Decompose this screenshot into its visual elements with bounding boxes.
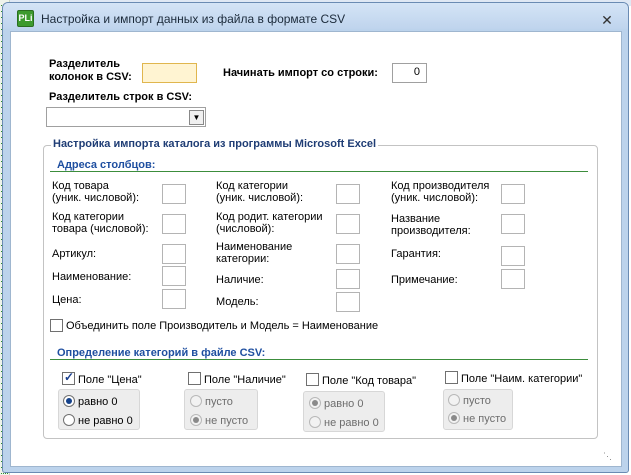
category-name-field[interactable] [336,244,360,264]
categories-divider [50,359,588,360]
product-code-radio-notequal-label: не равно 0 [324,417,379,429]
price-radio-notequal-label: не равно 0 [78,415,133,427]
category-code-field[interactable] [162,214,186,234]
close-button[interactable]: ✕ [597,12,617,28]
chevron-down-icon[interactable]: ▼ [189,110,204,125]
product-code-label-2: (уник. числовой): [52,192,140,204]
product-code-field-label: Поле "Код товара" [322,375,417,387]
price-label: Цена: [52,294,82,306]
note-label: Примечание: [391,274,458,286]
product-code-radio-equal[interactable] [309,397,321,409]
col-separator-label-line2: колонок в CSV: [49,71,132,83]
availability-field[interactable] [336,269,360,289]
product-code-field-checkbox[interactable] [306,373,319,386]
availability-radio-empty-label: пусто [205,396,233,408]
addresses-section-title: Адреса столбцов: [57,159,156,171]
row-separator-select[interactable] [46,107,206,127]
note-field[interactable] [501,269,525,289]
category-name-label-2: категории: [216,253,270,265]
price-field-checkbox[interactable] [62,370,75,385]
category-name-radio-notempty-label: не пусто [463,413,507,425]
warranty-field[interactable] [501,246,525,266]
manufacturer-code-field[interactable] [501,184,525,204]
app-icon: PLi [17,10,34,27]
article-field[interactable] [162,244,186,264]
product-code-radio-equal-label: равно 0 [324,398,364,410]
category-name-field-label: Поле "Наим. категории" [461,373,583,385]
availability-field-label: Поле "Наличие" [204,374,286,386]
price-radio-notequal[interactable] [63,414,75,426]
start-row-label: Начинать импорт со строки: [223,67,378,79]
col-separator-input[interactable] [142,63,197,83]
category-name-radio-notempty[interactable] [448,412,460,424]
row-separator-label: Разделитель строк в CSV: [49,91,193,103]
warranty-label: Гарантия: [391,248,441,260]
col-separator-label-line1: Разделитель [49,58,121,70]
product-code-radio-notequal[interactable] [309,416,321,428]
merge-checkbox[interactable] [50,319,63,332]
category-name-radio-empty[interactable] [448,394,460,406]
price-field[interactable] [162,289,186,309]
availability-field-checkbox[interactable] [188,372,201,385]
manufacturer-code-label-2: (уник. числовой): [391,192,479,204]
manufacturer-name-field[interactable] [501,214,525,234]
start-row-input[interactable]: 0 [392,63,427,83]
availability-radio-notempty[interactable] [190,414,202,426]
category-code2-label-2: (уник. числовой): [216,192,304,204]
excel-group-title: Настройка импорта каталога из программы … [51,138,379,150]
category-name-radio-empty-label: пусто [463,395,491,407]
model-label: Модель: [216,296,259,308]
parent-category-label-2: (числовой): [216,223,275,235]
name-field[interactable] [162,266,186,286]
price-radio-equal-label: равно 0 [78,396,118,408]
category-name-field-checkbox[interactable] [445,371,458,384]
availability-radio-notempty-label: не пусто [205,415,249,427]
category-code-label-2: товара (числовой): [52,223,149,235]
name-label: Наименование: [52,271,132,283]
window-title: Настройка и импорт данных из файла в фор… [41,12,346,26]
price-radio-equal[interactable] [63,395,75,407]
model-field[interactable] [336,292,360,312]
addresses-divider [50,171,588,172]
merge-checkbox-label: Объединить поле Производитель и Модель =… [66,320,379,332]
product-code-field[interactable] [162,184,186,204]
availability-label: Наличие: [216,274,264,286]
parent-category-field[interactable] [336,214,360,234]
article-label: Артикул: [52,248,97,260]
category-code2-field[interactable] [336,184,360,204]
price-field-label: Поле "Цена" [78,374,142,386]
categories-section-title: Определение категорий в файле CSV: [57,347,266,359]
resize-grip-icon[interactable]: ⋱ [603,450,615,462]
manufacturer-name-label-2: производителя: [391,225,471,237]
availability-radio-empty[interactable] [190,395,202,407]
